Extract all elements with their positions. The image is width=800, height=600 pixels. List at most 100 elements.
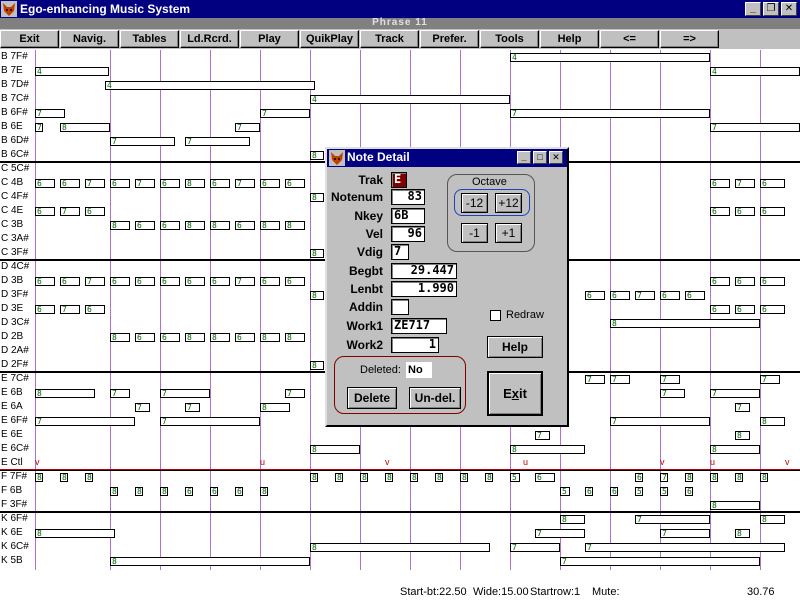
note-block[interactable]: 8 <box>310 473 318 482</box>
note-block[interactable]: 7 <box>135 403 150 412</box>
note-block[interactable]: 6 <box>135 221 155 230</box>
note-block[interactable]: 7 <box>35 109 65 118</box>
note-block[interactable]: 7 <box>185 403 200 412</box>
note-block[interactable]: 8 <box>310 291 324 300</box>
note-block[interactable]: 6 <box>710 207 730 216</box>
note-block[interactable]: 8 <box>185 221 205 230</box>
notenum-field[interactable]: 83 <box>391 189 425 205</box>
note-block[interactable]: 8 <box>210 333 230 342</box>
note-block[interactable]: 6 <box>760 277 785 286</box>
note-block[interactable]: 7 <box>235 123 260 132</box>
lenbt-field[interactable]: 1.990 <box>391 281 457 297</box>
note-block[interactable]: 6 <box>210 179 230 188</box>
note-block[interactable]: 8 <box>60 473 68 482</box>
note-block[interactable]: 6 <box>35 207 55 216</box>
vel-field[interactable]: 96 <box>391 226 425 242</box>
begbt-field[interactable]: 29.447 <box>391 263 457 279</box>
note-block[interactable]: 6 <box>660 291 680 300</box>
note-block[interactable]: 6 <box>685 487 693 496</box>
note-block[interactable]: 8 <box>110 221 130 230</box>
note-block[interactable]: 6 <box>135 333 155 342</box>
note-block[interactable]: 7 <box>535 431 550 440</box>
note-block[interactable]: 8 <box>285 221 305 230</box>
note-block[interactable]: 6 <box>160 277 180 286</box>
menu-tables-button[interactable]: Tables <box>120 30 179 48</box>
note-block[interactable]: 6 <box>85 207 105 216</box>
note-block[interactable]: 7 <box>160 417 260 426</box>
octave-minus-1-button[interactable]: -1 <box>461 223 488 243</box>
note-block[interactable]: 6 <box>135 277 155 286</box>
note-block[interactable]: 8 <box>160 487 168 496</box>
note-block[interactable]: 7 <box>635 291 655 300</box>
dialog-close-button[interactable]: ✕ <box>549 151 563 164</box>
note-block[interactable]: 7 <box>110 389 130 398</box>
note-block[interactable]: 8 <box>360 473 368 482</box>
menu-prefer-button[interactable]: Prefer. <box>420 30 479 48</box>
note-block[interactable]: 6 <box>260 277 280 286</box>
note-block[interactable]: 4 <box>35 67 109 76</box>
note-block[interactable]: 7 <box>110 137 175 146</box>
nkey-field[interactable]: 6B <box>391 208 425 224</box>
menu-play-button[interactable]: Play <box>240 30 299 48</box>
note-block[interactable]: 6 <box>185 487 193 496</box>
note-block[interactable]: 7 <box>710 123 800 132</box>
note-block[interactable]: 8 <box>35 529 115 538</box>
note-block[interactable]: 7 <box>760 375 780 384</box>
note-block[interactable]: 6 <box>635 473 643 482</box>
note-block[interactable]: 7 <box>560 557 760 566</box>
note-block[interactable]: 6 <box>685 291 705 300</box>
note-block[interactable]: 8 <box>760 515 785 524</box>
note-block[interactable]: 6 <box>35 179 55 188</box>
note-block[interactable]: 6 <box>85 305 105 314</box>
note-block[interactable]: 5 <box>635 487 643 496</box>
note-block[interactable]: 8 <box>110 557 310 566</box>
control-mark[interactable]: u <box>710 457 715 467</box>
dialog-maximize-button[interactable]: □ <box>533 151 547 164</box>
control-mark[interactable]: v <box>35 457 40 467</box>
note-block[interactable]: 8 <box>310 445 360 454</box>
octave-plus-1-button[interactable]: +1 <box>495 223 522 243</box>
note-block[interactable]: 6 <box>760 179 785 188</box>
note-block[interactable]: 7 <box>135 179 155 188</box>
note-block[interactable]: 6 <box>210 487 218 496</box>
note-block[interactable]: 6 <box>710 305 730 314</box>
note-block[interactable]: 7 <box>185 137 250 146</box>
note-block[interactable]: 6 <box>735 277 755 286</box>
note-block[interactable]: 8 <box>735 473 743 482</box>
menu-back-button[interactable]: <= <box>600 30 659 48</box>
note-block[interactable]: 6 <box>610 291 630 300</box>
note-block[interactable]: 6 <box>535 473 555 482</box>
note-block[interactable]: 8 <box>710 501 760 510</box>
note-block[interactable]: 8 <box>610 319 760 328</box>
control-mark[interactable]: v <box>385 457 390 467</box>
work2-field[interactable]: 1 <box>391 337 439 353</box>
note-block[interactable]: 8 <box>410 473 418 482</box>
note-block[interactable]: 7 <box>660 389 685 398</box>
note-block[interactable]: 6 <box>35 277 55 286</box>
menu-exit-button[interactable]: Exit <box>0 30 59 48</box>
note-block[interactable]: 8 <box>135 487 143 496</box>
note-block[interactable]: 6 <box>285 179 305 188</box>
note-block[interactable]: 7 <box>660 529 710 538</box>
note-block[interactable]: 6 <box>735 207 755 216</box>
control-mark[interactable]: u <box>260 457 265 467</box>
note-block[interactable]: 8 <box>560 515 585 524</box>
note-block[interactable]: 7 <box>35 123 43 132</box>
note-block[interactable]: 7 <box>610 417 710 426</box>
note-block[interactable]: 6 <box>60 179 80 188</box>
note-block[interactable]: 6 <box>760 207 785 216</box>
note-block[interactable]: 8 <box>110 333 130 342</box>
note-block[interactable]: 8 <box>685 473 693 482</box>
note-block[interactable]: 8 <box>310 361 324 370</box>
note-block[interactable]: 8 <box>260 487 268 496</box>
note-block[interactable]: 7 <box>535 529 585 538</box>
note-block[interactable]: 7 <box>85 179 105 188</box>
note-block[interactable]: 8 <box>435 473 443 482</box>
note-block[interactable]: 6 <box>610 487 618 496</box>
note-block[interactable]: 8 <box>310 543 490 552</box>
note-block[interactable]: 4 <box>510 53 710 62</box>
note-block[interactable]: 7 <box>710 389 760 398</box>
note-block[interactable]: 6 <box>585 291 605 300</box>
note-block[interactable]: 7 <box>585 543 785 552</box>
note-block[interactable]: 6 <box>35 305 55 314</box>
